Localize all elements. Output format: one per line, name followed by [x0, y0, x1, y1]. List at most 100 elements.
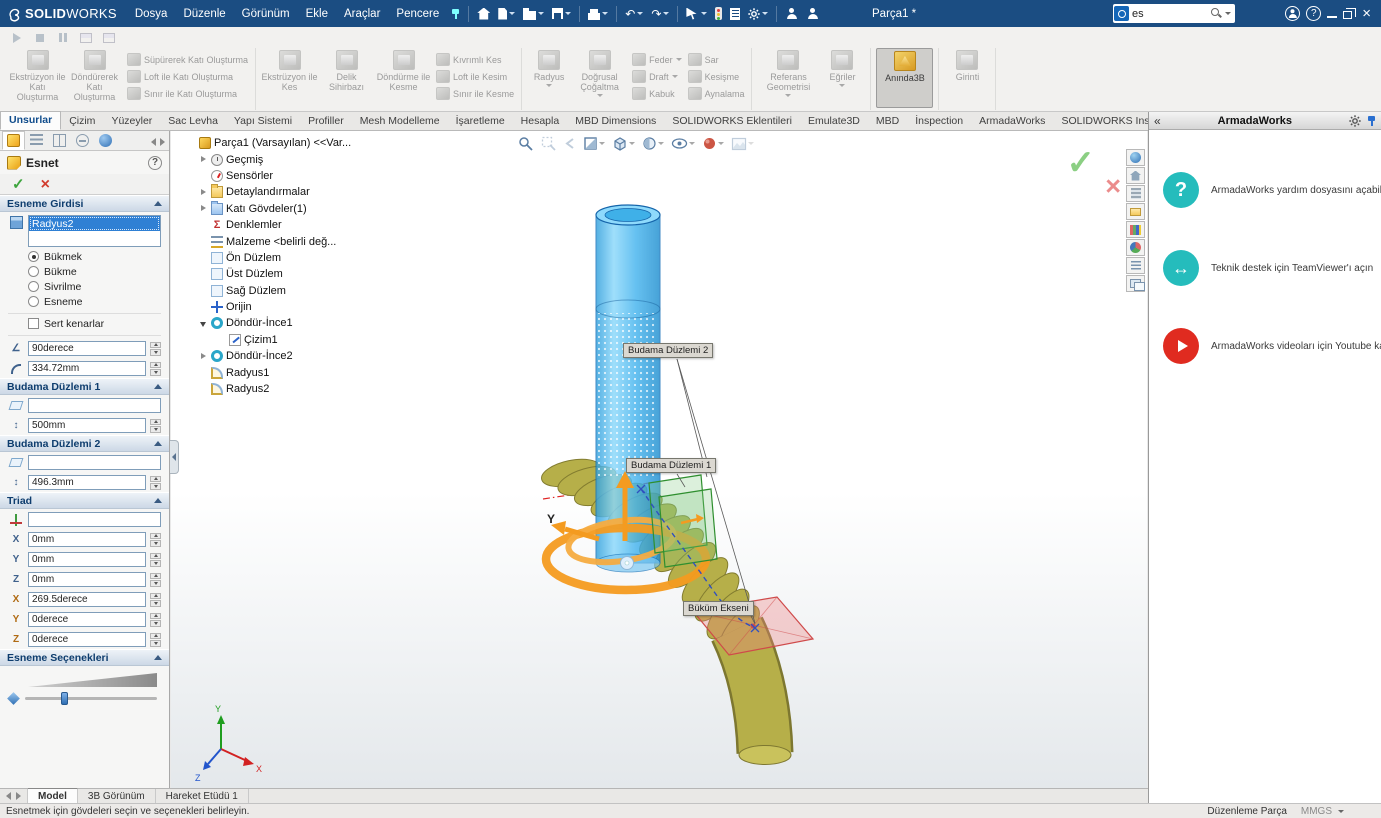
ribbon-boundary-cut-button[interactable]: Sınır ile Kesme [436, 87, 514, 100]
tab-mbd[interactable]: MBD [868, 113, 907, 130]
tab-configurations[interactable] [48, 131, 71, 150]
bend-axis-callout[interactable]: Büküm Ekseni [683, 601, 754, 616]
trim-plane-2-callout[interactable]: Budama Düzlemi 2 [623, 343, 714, 358]
collapse-icon[interactable] [199, 319, 208, 328]
triad-rotate-y-input[interactable] [28, 612, 146, 627]
zoom-area-icon[interactable] [539, 135, 558, 152]
select-icon[interactable] [682, 2, 711, 25]
tab-featuremanager-tree[interactable] [25, 131, 48, 150]
spinner[interactable] [150, 632, 161, 647]
ribbon-draft-button[interactable]: Draft [632, 70, 682, 83]
panel-splitter-handle[interactable] [170, 440, 179, 474]
tab-isaretleme[interactable]: İşaretleme [448, 113, 513, 130]
tree-item-malzeme[interactable]: Malzeme <belirli değ... [187, 233, 365, 249]
menu-pencere[interactable]: Pencere [388, 0, 447, 27]
rebuild-icon[interactable] [711, 2, 726, 25]
menu-pin-icon[interactable] [447, 2, 464, 25]
pm-tab-scroll-left-icon[interactable] [151, 138, 156, 146]
search-input[interactable] [1129, 7, 1211, 20]
units-selector[interactable]: MMGS [1301, 806, 1347, 817]
undo-icon[interactable]: ↶ [621, 2, 647, 25]
tree-item-sag-duzlem[interactable]: Sağ Düzlem [187, 283, 365, 299]
radio-tapering[interactable]: Sivrilme [0, 279, 169, 294]
empty-selection-row[interactable] [29, 231, 160, 246]
bend-angle-input[interactable] [28, 341, 146, 356]
section-trim-plane1-header[interactable]: Budama Düzlemi 1 [0, 378, 169, 395]
spinner[interactable] [150, 552, 161, 567]
new-document-icon[interactable] [494, 2, 519, 25]
options-gear-icon[interactable] [744, 2, 772, 25]
search-box[interactable] [1113, 4, 1235, 23]
tab-profiller[interactable]: Profiller [300, 113, 352, 130]
tab-mesh-modelleme[interactable]: Mesh Modelleme [352, 113, 448, 130]
home-icon[interactable] [473, 2, 494, 25]
help-icon[interactable]: ? [1306, 6, 1322, 21]
restore-window-icon[interactable] [1343, 7, 1357, 19]
ribbon-hole-wizard-button[interactable]: Delik Sihirbazı [318, 48, 375, 92]
confirm-ok-icon[interactable]: ✓ [1067, 143, 1096, 183]
section-flex-options-header[interactable]: Esneme Seçenekleri [0, 649, 169, 666]
spinner[interactable] [150, 418, 161, 433]
login-user-icon[interactable] [1285, 6, 1301, 21]
tree-item-ust-duzlem[interactable]: Üst Düzlem [187, 266, 365, 282]
grid-icon[interactable] [100, 30, 118, 45]
save-icon[interactable] [548, 2, 575, 25]
radio-twisting[interactable]: Bükme [0, 264, 169, 279]
slider-thumb[interactable] [60, 692, 68, 705]
tab-display-manager[interactable] [94, 131, 117, 150]
ribbon-indent-button[interactable]: Girinti [944, 48, 990, 82]
tab-dimxpert[interactable] [71, 131, 94, 150]
spinner[interactable] [150, 475, 161, 490]
display-style-icon[interactable] [640, 135, 666, 152]
tab-scroll-right-icon[interactable] [16, 792, 21, 800]
tab-yuzeyler[interactable]: Yüzeyler [103, 113, 160, 130]
ribbon-shell-button[interactable]: Kabuk [632, 87, 682, 100]
triad-y-input[interactable] [28, 552, 146, 567]
tree-item-denklemler[interactable]: Σ Denklemler [187, 217, 365, 233]
tab-unsurlar[interactable]: Unsurlar [0, 111, 62, 130]
edit-appearance-icon[interactable] [700, 135, 726, 152]
search-magnifier-icon[interactable] [1211, 8, 1222, 19]
previous-view-icon[interactable] [561, 135, 578, 152]
menu-gorunum[interactable]: Görünüm [234, 0, 298, 27]
ribbon-instant3d-button[interactable]: Anında3B [876, 48, 934, 108]
tab-3d-view[interactable]: 3B Görünüm [78, 789, 156, 803]
close-window-icon[interactable]: × [1358, 6, 1375, 21]
triad-x-input[interactable] [28, 532, 146, 547]
tab-inspection[interactable]: İnspection [907, 113, 971, 130]
menu-ekle[interactable]: Ekle [298, 0, 336, 27]
zoom-fit-icon[interactable] [516, 135, 536, 152]
tab-sac-levha[interactable]: Sac Levha [160, 113, 226, 130]
spinner[interactable] [150, 612, 161, 627]
tab-scroll-left-icon[interactable] [6, 792, 11, 800]
ribbon-linear-pattern-button[interactable]: Doğrusal Çoğaltma [571, 48, 628, 98]
ribbon-swept-cut-button[interactable]: Kıvrımlı Kes [436, 53, 514, 66]
tab-motion-study[interactable]: Hareket Etüdü 1 [156, 789, 249, 803]
ribbon-extruded-boss-button[interactable]: Ekstrüzyon ile Katı Oluşturma [9, 48, 66, 102]
spinner[interactable] [150, 361, 161, 376]
trim-plane2-offset-input[interactable] [28, 475, 146, 490]
share-user-icon[interactable] [781, 2, 802, 25]
selected-body-item[interactable]: Radyus2 [29, 216, 160, 231]
ribbon-extruded-cut-button[interactable]: Ekstrüzyon ile Kes [261, 48, 318, 92]
stop-macro-icon[interactable] [31, 30, 49, 45]
task-pane-teamviewer-link[interactable]: ↔ Teknik destek için TeamViewer'ı açın [1149, 250, 1381, 286]
pin-pane-icon[interactable] [1367, 116, 1376, 126]
tab-armadaworks[interactable]: ArmadaWorks [971, 113, 1053, 130]
bodies-selection-listbox[interactable]: Radyus2 [28, 215, 161, 247]
ribbon-intersect-button[interactable]: Kesişme [687, 70, 745, 83]
open-icon[interactable] [519, 2, 548, 25]
ribbon-revolved-cut-button[interactable]: Döndürme ile Kesme [375, 48, 432, 92]
custom-properties-icon[interactable] [1126, 257, 1145, 274]
tree-item-dondur-ince1[interactable]: Döndür-İnce1 [187, 315, 365, 331]
section-trim-plane2-header[interactable]: Budama Düzlemi 2 [0, 435, 169, 452]
tree-root-item[interactable]: Parça1 (Varsayılan) <<Var... [187, 135, 365, 151]
section-flex-input-header[interactable]: Esneme Girdisi [0, 195, 169, 212]
forum-icon[interactable] [1126, 275, 1145, 292]
pm-help-icon[interactable]: ? [148, 155, 162, 170]
appearances-icon[interactable] [1126, 239, 1145, 256]
collapse-pane-icon[interactable]: « [1154, 115, 1161, 127]
tree-item-orijin[interactable]: Orijin [187, 299, 365, 315]
task-pane-gear-icon[interactable] [1349, 114, 1361, 127]
home-tab-icon[interactable] [1126, 167, 1145, 184]
